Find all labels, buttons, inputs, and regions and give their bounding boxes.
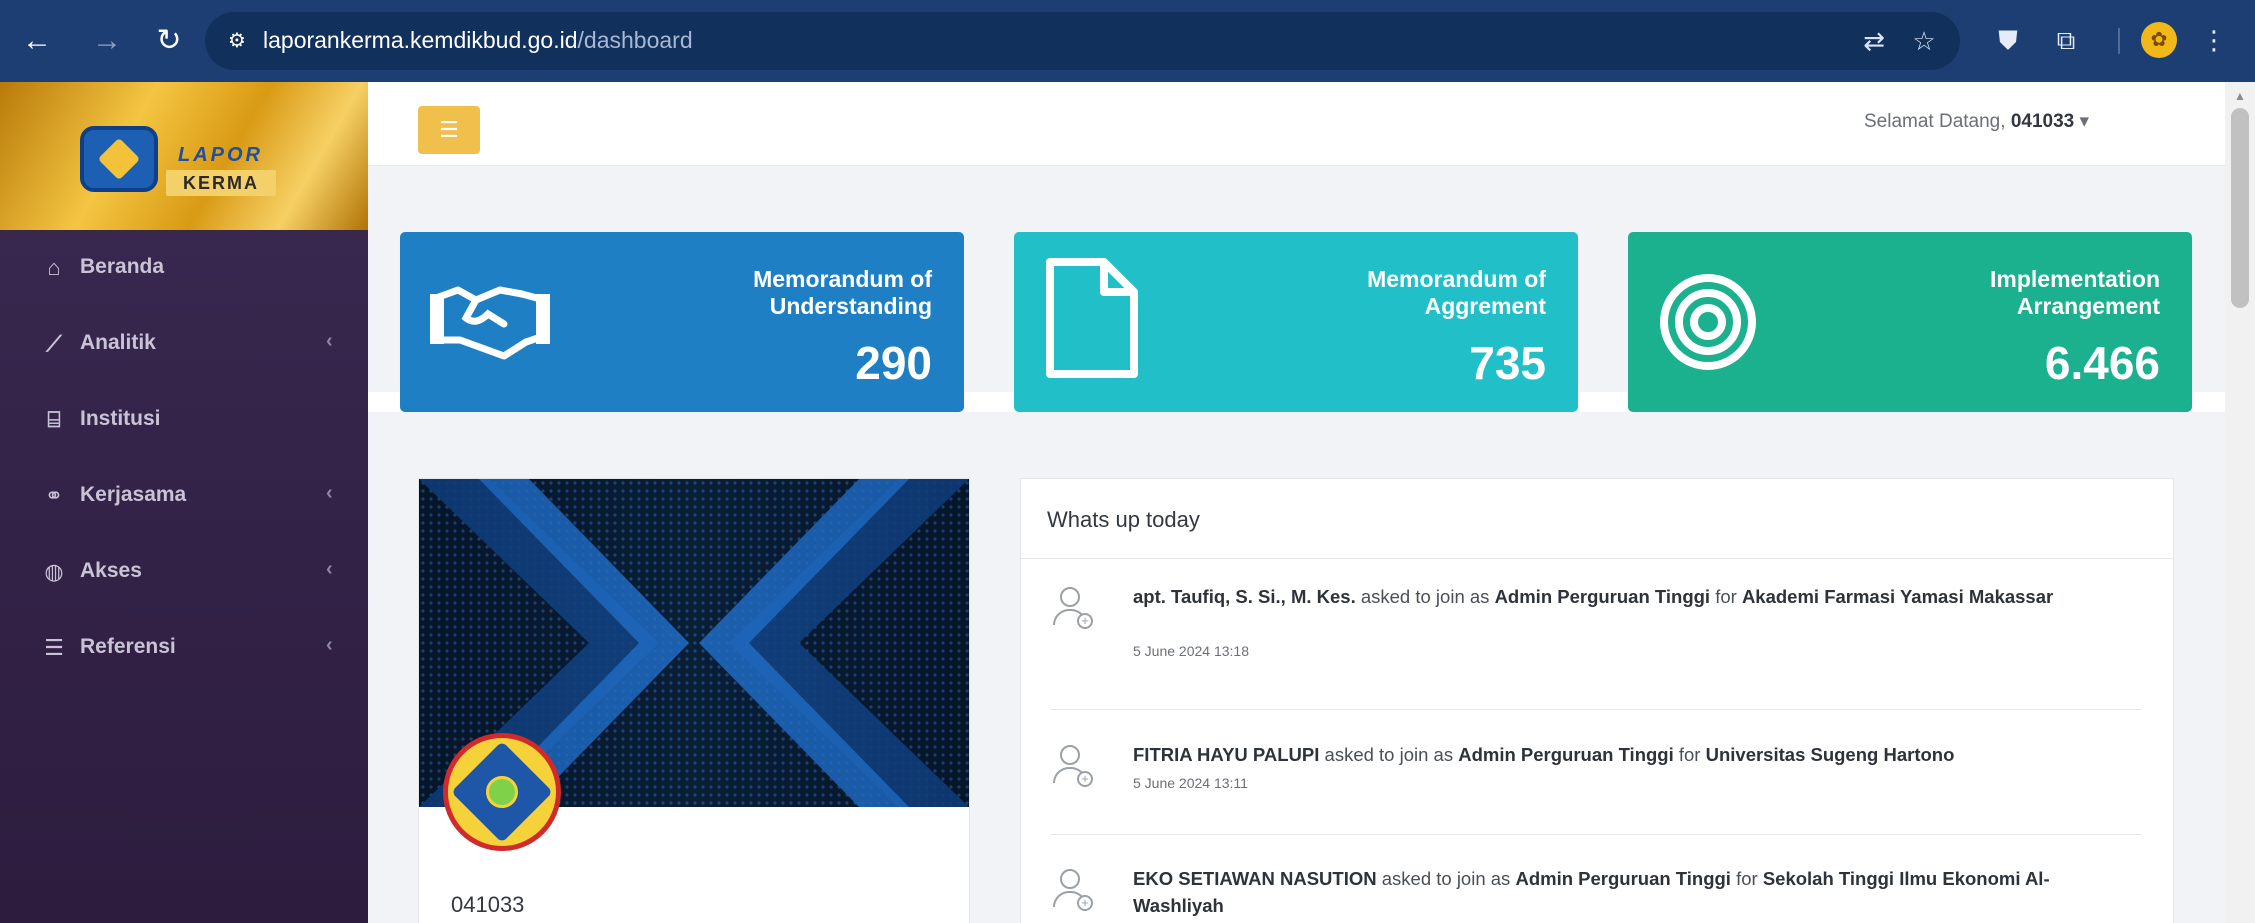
back-arrow-icon[interactable]: ← [14,18,60,64]
globe-icon: ◍ [44,559,64,584]
url-path: /dashboard [577,27,693,53]
institution-name: Akademi Farmasi Yamasi Makassar [1741,586,2054,607]
page-scrollbar[interactable]: ▲ [2225,82,2255,923]
address-bar[interactable]: ⚙ laporankerma.kemdikbud.go.id/dashboard… [205,12,1960,70]
requester-name: FITRIA HAYU PALUPI [1133,744,1320,765]
feed-item-time: 5 June 2024 13:18 [1133,643,1249,659]
sidebar-item-label: Analitik [80,331,156,354]
target-icon [1660,274,1756,370]
profile-card: 041033 [418,478,970,923]
stat-card-ia[interactable]: Implementation Arrangement 6.466 [1628,232,2192,412]
institution-logo [443,733,561,851]
feed-text-part: asked to join as [1376,868,1516,889]
sidebar-item-analitik[interactable]: ⟋ Analitik ‹ [0,306,368,382]
more-menu-icon[interactable]: ⋮ [2196,22,2232,58]
feed-text-part: asked to join as [1355,586,1495,607]
requested-role: Admin Perguruan Tinggi [1515,868,1731,889]
user-menu[interactable]: Selamat Datang, 041033 ▾ [1864,110,2089,133]
shield-icon[interactable]: ⛊ [1990,22,2026,58]
profile-username: 041033 [451,892,525,917]
sidebar: LAPOR KERMA ⌂ Beranda ⟋ Analitik ‹ ⌸ Ins… [0,82,368,923]
welcome-text: Selamat Datang, [1864,111,2011,132]
stat-title: Memorandum of Understanding [753,266,932,319]
feed-text-part: for [1673,744,1706,765]
stat-value: 6.466 [2044,337,2160,389]
handshake-icon [430,286,550,360]
sidebar-toggle-button[interactable]: ☰ [418,106,480,154]
feed-header: Whats up today [1021,479,2173,559]
translate-icon[interactable]: ⇄ [1857,24,1891,58]
feed-item-text: EKO SETIAWAN NASUTION asked to join as A… [1133,865,2133,919]
requested-role: Admin Perguruan Tinggi [1458,744,1674,765]
browser-window: ← → ↻ ⚙ laporankerma.kemdikbud.go.id/das… [0,0,2255,923]
stat-card-mou[interactable]: Memorandum of Understanding 290 [400,232,964,412]
feed-divider [1051,709,2141,710]
main-content: ☰ Selamat Datang, 041033 ▾ Memorandum of… [368,82,2225,923]
requester-name: apt. Taufiq, S. Si., M. Kes. [1133,586,1356,607]
url-text[interactable]: laporankerma.kemdikbud.go.id/dashboard [263,27,693,54]
institution-icon: ⌸ [47,407,61,432]
logo-text-kerma: KERMA [166,170,276,196]
sidebar-item-institusi[interactable]: ⌸ Institusi [0,382,368,458]
feed-item-time: 5 June 2024 13:11 [1133,775,1248,791]
user-add-icon: + [1051,745,1093,791]
stat-title: Implementation Arrangement [1990,266,2160,319]
chevron-left-icon: ‹ [326,558,333,580]
site-info-icon[interactable]: ⚙ [219,23,255,59]
feed-item-text: apt. Taufiq, S. Si., M. Kes. asked to jo… [1133,583,2133,610]
document-icon [1046,258,1138,378]
extensions-icon[interactable]: ⧉ [2048,22,2084,58]
sidebar-item-kerjasama[interactable]: ⚭ Kerjasama ‹ [0,458,368,534]
caret-down-icon: ▾ [2079,111,2090,132]
sidebar-item-label: Kerjasama [80,483,187,506]
browser-toolbar: ← → ↻ ⚙ laporankerma.kemdikbud.go.id/das… [0,0,2255,82]
activity-feed: Whats up today + apt. Taufiq, S. Si., M.… [1020,478,2174,923]
institution-name: Universitas Sugeng Hartono [1705,744,1955,765]
stat-value: 735 [1469,337,1546,389]
feed-divider [1051,834,2141,835]
sidebar-item-label: Institusi [80,407,161,430]
feed-title: Whats up today [1047,507,1200,532]
database-icon: ☰ [44,635,64,660]
profile-avatar-icon[interactable]: ✿ [2141,22,2177,58]
scroll-up-icon[interactable]: ▲ [2225,86,2255,106]
user-add-icon: + [1051,869,1093,915]
bookmark-star-icon[interactable]: ☆ [1907,24,1941,58]
chevron-left-icon: ‹ [326,482,333,504]
stat-title: Memorandum of Aggrement [1367,266,1546,319]
feed-text-part: for [1730,868,1763,889]
chevron-left-icon: ‹ [326,634,333,656]
url-host: laporankerma.kemdikbud.go.id [263,27,578,53]
sidebar-item-label: Beranda [80,255,165,278]
home-icon: ⌂ [47,255,61,280]
sidebar-item-akses[interactable]: ◍ Akses ‹ [0,534,368,610]
logo-core [486,776,518,808]
reload-icon[interactable]: ↻ [146,18,192,64]
scrollbar-thumb[interactable] [2231,108,2249,308]
chart-line-icon: ⟋ [46,331,62,356]
stat-card-moa[interactable]: Memorandum of Aggrement 735 [1014,232,1578,412]
sidebar-item-label: Referensi [80,635,176,658]
top-navbar: ☰ Selamat Datang, 041033 ▾ [368,82,2225,166]
stat-value: 290 [855,337,932,389]
logo-mark-icon [80,126,158,192]
chevron-left-icon: ‹ [326,330,333,352]
sidebar-item-referensi[interactable]: ☰ Referensi ‹ [0,610,368,686]
feed-item-text: FITRIA HAYU PALUPI asked to join as Admi… [1133,741,2133,768]
handshake-icon: ⚭ [44,483,64,508]
hamburger-icon: ☰ [439,117,459,142]
sidebar-item-label: Akses [80,559,142,582]
toolbar-divider [2118,28,2120,54]
forward-arrow-icon[interactable]: → [84,18,130,64]
sidebar-item-beranda[interactable]: ⌂ Beranda [0,230,368,306]
logo-text-lapor: LAPOR [178,144,263,166]
app-logo[interactable]: LAPOR KERMA [0,82,368,230]
feed-text-part: for [1710,586,1742,607]
user-add-icon: + [1051,587,1093,633]
username: 041033 [2010,111,2075,132]
requested-role: Admin Perguruan Tinggi [1494,586,1711,607]
feed-text-part: asked to join as [1319,744,1459,765]
requester-name: EKO SETIAWAN NASUTION [1133,868,1377,889]
